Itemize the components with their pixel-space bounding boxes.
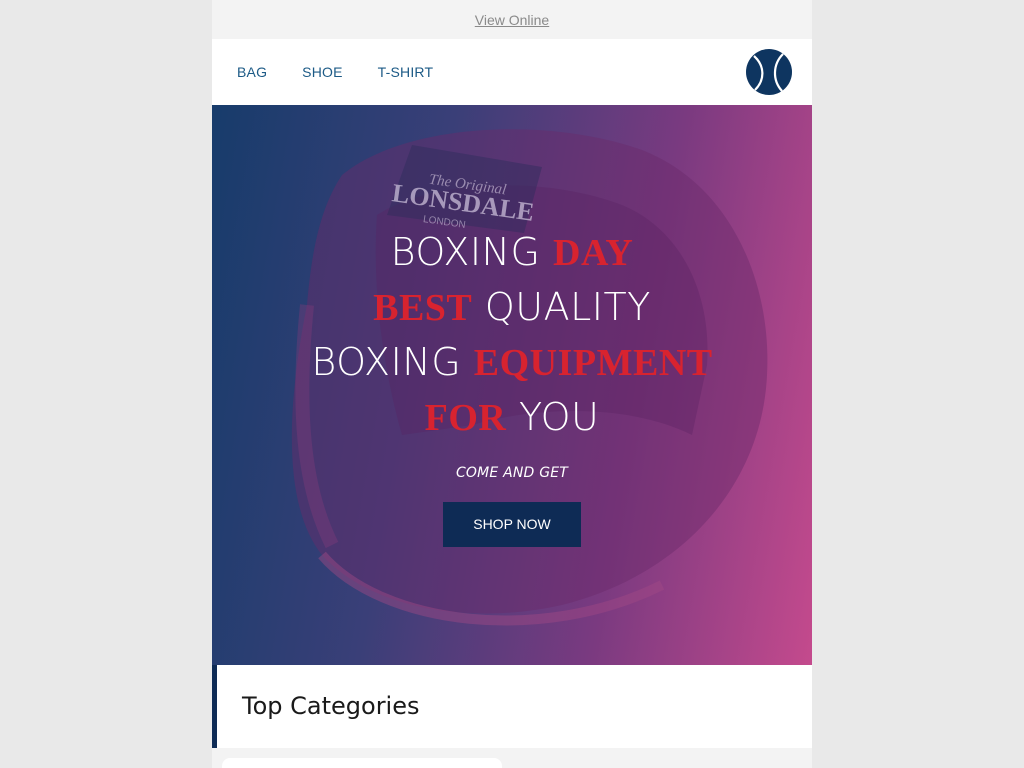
headline-line-2: BEST QUALITY: [373, 285, 651, 329]
nav-links: BAG SHOE T-SHIRT: [237, 64, 468, 80]
headline-line-1: BOXING DAY: [390, 230, 634, 274]
nav-item-t-shirt[interactable]: T-SHIRT: [378, 64, 434, 80]
hero-headline: BOXING DAY BEST QUALITY BOXING EQUIPMENT…: [212, 225, 812, 547]
category-card[interactable]: [222, 758, 502, 768]
top-categories-section: Top Categories: [212, 665, 812, 748]
preheader: View Online: [212, 0, 812, 39]
nav-item-bag[interactable]: BAG: [237, 64, 267, 80]
hero-subheading: COME AND GET: [455, 465, 569, 481]
top-categories-title: Top Categories: [242, 692, 420, 720]
headline-line-4: FOR YOU: [424, 395, 600, 439]
category-strip: [212, 748, 812, 768]
view-online-link[interactable]: View Online: [475, 12, 549, 28]
top-navigation: BAG SHOE T-SHIRT: [212, 39, 812, 105]
email-container: View Online BAG SHOE T-SHIRT The Origina…: [212, 0, 812, 768]
shop-now-button[interactable]: SHOP NOW: [443, 502, 581, 547]
headline-line-3: BOXING EQUIPMENT: [311, 340, 713, 384]
nav-item-shoe[interactable]: SHOE: [302, 64, 342, 80]
hero-banner: The Original LONSDALE LONDON BOXING DAY …: [212, 105, 812, 665]
tennis-ball-icon[interactable]: [745, 48, 793, 96]
